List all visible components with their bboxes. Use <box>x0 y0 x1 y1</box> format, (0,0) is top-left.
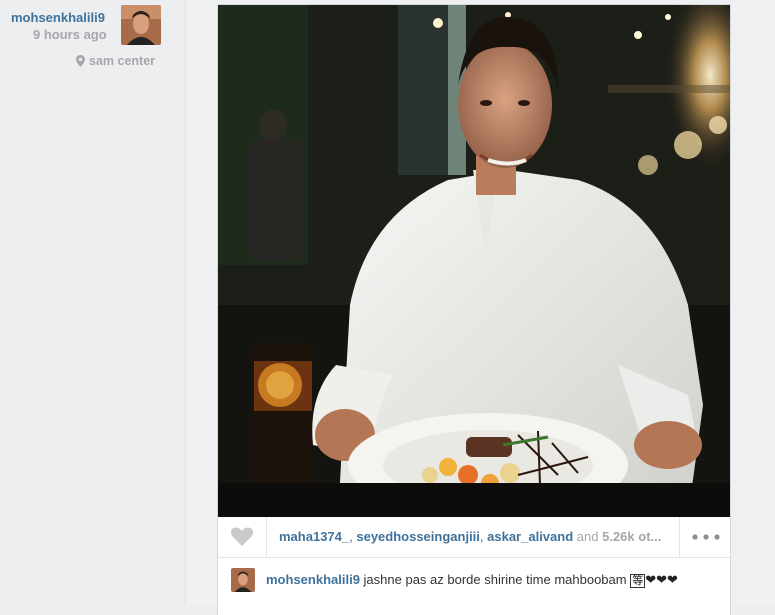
liker-link[interactable]: seyedhosseinganjiii <box>356 529 480 544</box>
likes-bar: maha1374_, seyedhosseinganjiii, askar_al… <box>218 517 730 558</box>
more-options-button[interactable] <box>679 517 731 557</box>
emoji-box: 等 <box>630 574 646 588</box>
likes-count[interactable]: 5.26k ot... <box>602 529 661 544</box>
caption-text: mohsenkhalili9 jashne pas az borde shiri… <box>266 572 678 588</box>
location-link[interactable]: sam center <box>76 54 155 68</box>
heart-icon <box>231 527 253 546</box>
gutter-divider <box>185 0 186 605</box>
more-options-icon <box>691 534 720 540</box>
post-card: maha1374_, seyedhosseinganjiii, askar_al… <box>218 5 730 615</box>
avatar[interactable] <box>121 5 161 45</box>
liker-link[interactable]: askar_alivand <box>487 529 573 544</box>
avatar-image <box>121 5 161 45</box>
caption-body: jashne pas az borde shirine time mahboob… <box>363 572 627 587</box>
like-button[interactable] <box>218 517 267 557</box>
map-pin-icon <box>76 55 85 67</box>
avatar[interactable] <box>231 568 255 592</box>
likers-and: and <box>576 529 599 544</box>
caption-row: mohsenkhalili9 jashne pas az borde shiri… <box>218 558 730 610</box>
caption-username[interactable]: mohsenkhalili9 <box>266 572 360 587</box>
post-time-ago[interactable]: 9 hours ago <box>33 27 107 42</box>
author-username[interactable]: mohsenkhalili9 <box>11 10 105 25</box>
location-label: sam center <box>89 54 156 68</box>
likers-list: maha1374_, seyedhosseinganjiii, askar_al… <box>279 529 671 544</box>
hearts-emoji: ❤❤❤ <box>645 572 678 587</box>
photo-image <box>218 5 730 517</box>
avatar-image <box>231 568 255 592</box>
liker-link[interactable]: maha1374_ <box>279 529 349 544</box>
post-photo[interactable] <box>218 5 730 517</box>
